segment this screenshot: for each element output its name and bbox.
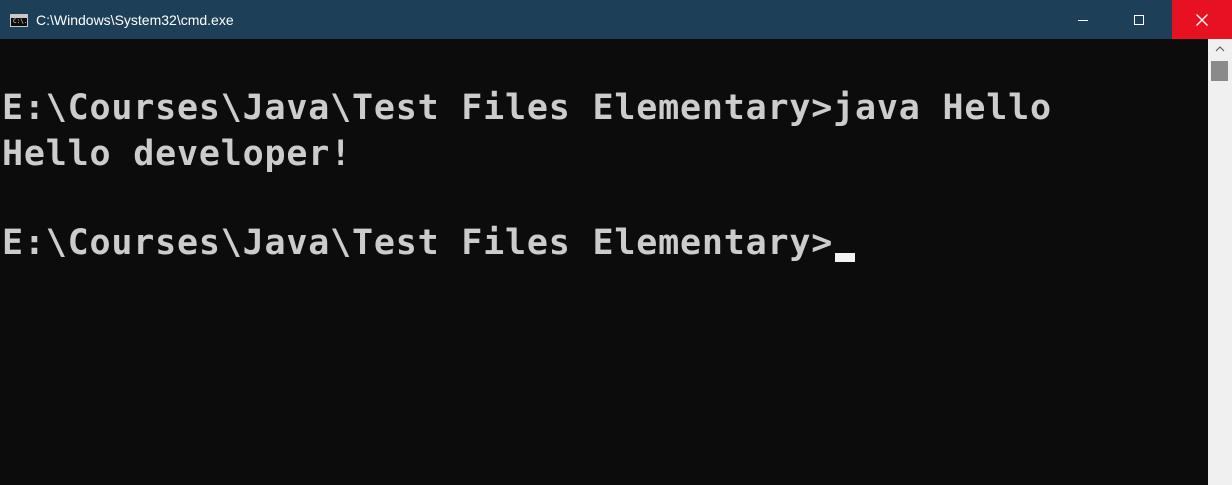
maximize-button[interactable] bbox=[1116, 0, 1162, 39]
scroll-up-button[interactable] bbox=[1208, 39, 1232, 59]
console-output[interactable]: E:\Courses\Java\Test Files Elementary>ja… bbox=[0, 39, 1208, 485]
minimize-button[interactable] bbox=[1060, 0, 1106, 39]
window-title: C:\Windows\System32\cmd.exe bbox=[36, 12, 234, 28]
vertical-scrollbar[interactable] bbox=[1208, 39, 1232, 485]
minimize-icon bbox=[1078, 19, 1088, 21]
cmd-window: C:\. C:\Windows\System32\cmd.exe E:\Cour… bbox=[0, 0, 1232, 485]
title-bar[interactable]: C:\. C:\Windows\System32\cmd.exe bbox=[0, 0, 1232, 39]
close-button[interactable] bbox=[1172, 0, 1232, 39]
prompt-text: E:\Courses\Java\Test Files Elementary> bbox=[2, 223, 834, 263]
console-line-output: Hello developer! bbox=[2, 134, 352, 174]
console-line-command: E:\Courses\Java\Test Files Elementary>ja… bbox=[2, 88, 1052, 128]
console-line-prompt: E:\Courses\Java\Test Files Elementary> bbox=[2, 223, 856, 263]
text-cursor bbox=[835, 253, 856, 262]
cmd-icon[interactable]: C:\. bbox=[10, 14, 28, 27]
scroll-thumb[interactable] bbox=[1211, 61, 1228, 81]
close-icon bbox=[1196, 13, 1208, 26]
cmd-icon-text: C:\. bbox=[13, 18, 28, 25]
chevron-up-icon bbox=[1215, 46, 1225, 52]
maximize-icon bbox=[1134, 14, 1144, 25]
